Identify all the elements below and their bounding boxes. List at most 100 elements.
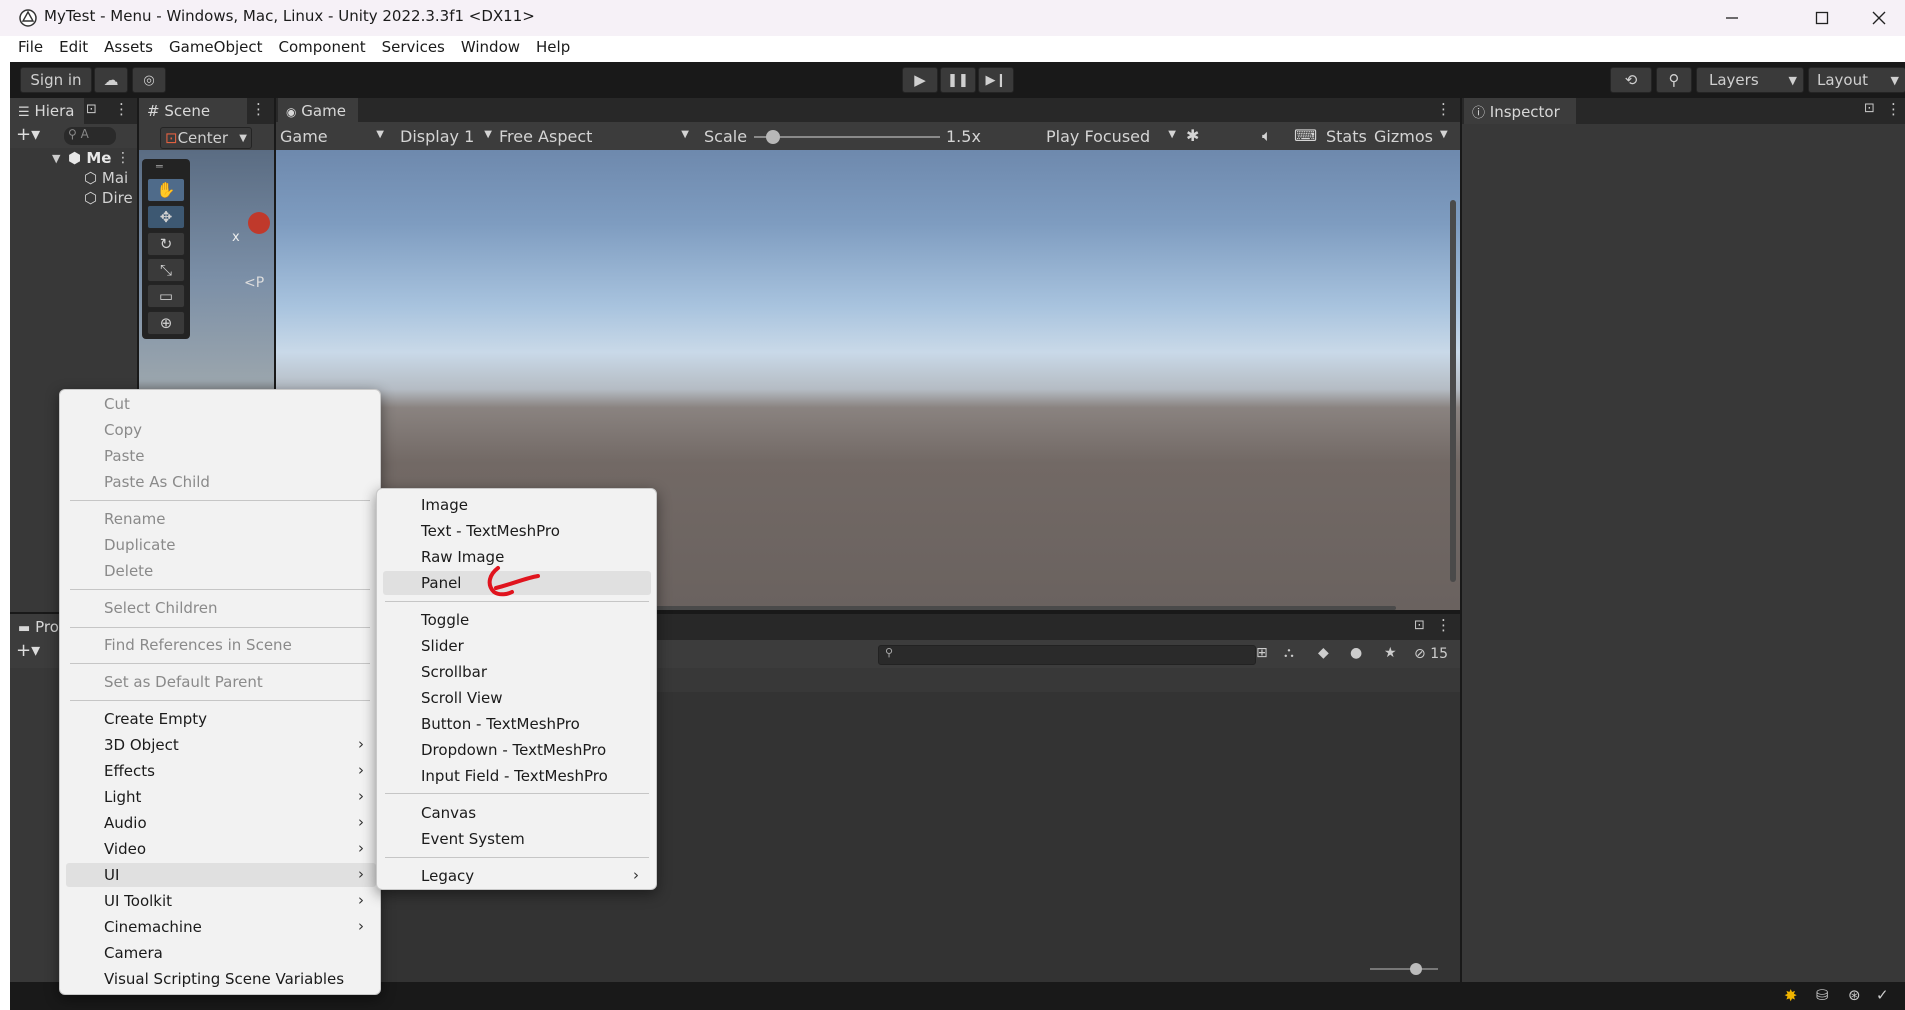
context-menu-item[interactable]: Paste: [66, 444, 376, 468]
ui-submenu-item[interactable]: Toggle: [383, 608, 651, 632]
context-menu-item[interactable]: Create Empty: [66, 707, 376, 731]
project-search-input[interactable]: ⚲: [878, 645, 1256, 665]
history-button[interactable]: ⟲: [1610, 67, 1652, 93]
kebab-menu-icon[interactable]: ⋮: [116, 150, 130, 166]
pause-button[interactable]: ❚❚: [940, 67, 976, 93]
hierarchy-item[interactable]: ⬡ Mai: [84, 169, 128, 187]
add-icon[interactable]: +▾: [16, 640, 40, 661]
context-menu-item[interactable]: Set as Default Parent: [66, 670, 376, 694]
lock-icon[interactable]: ⊡: [86, 102, 97, 117]
vertical-scrollbar[interactable]: [1450, 200, 1456, 582]
context-menu-item[interactable]: Paste As Child: [66, 470, 376, 494]
check-icon[interactable]: ✓: [1876, 986, 1889, 1004]
scale-slider[interactable]: [754, 130, 940, 144]
gizmos-button[interactable]: Gizmos: [1374, 122, 1433, 150]
rect-tool-button[interactable]: ▭: [147, 284, 185, 308]
kebab-menu-icon[interactable]: ⋮: [251, 100, 266, 118]
context-menu-item[interactable]: Select Children: [66, 596, 376, 620]
perspective-label[interactable]: <P: [244, 275, 264, 291]
maximize-icon[interactable]: [1793, 2, 1851, 34]
scene-root-item[interactable]: ⬢ Me: [68, 149, 111, 167]
label-icon[interactable]: ◆: [1318, 645, 1329, 661]
hierarchy-search-input[interactable]: ⚲ A: [64, 127, 116, 145]
menu-edit[interactable]: Edit: [51, 36, 96, 62]
network-icon[interactable]: ⊛: [1848, 986, 1861, 1004]
minimize-icon[interactable]: [1703, 2, 1761, 34]
aspect-dropdown[interactable]: Free Aspect ▼: [499, 122, 691, 150]
kebab-menu-icon[interactable]: ⋮: [1886, 100, 1901, 118]
context-menu-item[interactable]: Delete: [66, 559, 376, 583]
ui-submenu-item[interactable]: Legacy ›: [383, 864, 651, 888]
ui-submenu-item[interactable]: Image: [383, 493, 651, 517]
menu-gameobject[interactable]: GameObject: [161, 36, 271, 62]
ui-submenu-item[interactable]: Text - TextMeshPro: [383, 519, 651, 543]
search-by-type-icon[interactable]: ⊞: [1256, 645, 1268, 661]
step-button[interactable]: ▶❙: [978, 67, 1014, 93]
context-menu-item[interactable]: Light ›: [66, 785, 376, 809]
collab-button[interactable]: ◎: [132, 67, 166, 93]
context-menu-item[interactable]: Cinemachine ›: [66, 915, 376, 939]
add-icon[interactable]: +▾: [16, 124, 40, 145]
sign-in-button[interactable]: Sign in: [20, 67, 92, 93]
menu-assets[interactable]: Assets: [96, 36, 161, 62]
cache-icon[interactable]: ⛁: [1816, 986, 1829, 1004]
tab-inspector[interactable]: ⓘ Inspector: [1464, 98, 1576, 124]
kebab-menu-icon[interactable]: ⋮: [114, 100, 129, 118]
tab-scene[interactable]: # Scene: [139, 98, 247, 124]
context-menu-item[interactable]: Duplicate: [66, 533, 376, 557]
menu-component[interactable]: Component: [271, 36, 374, 62]
scale-tool-button[interactable]: ⤡: [147, 258, 185, 282]
context-menu-item[interactable]: Video ›: [66, 837, 376, 861]
search-button[interactable]: ⚲: [1656, 67, 1692, 93]
kebab-menu-icon[interactable]: ⋮: [1436, 100, 1451, 118]
warning-icon[interactable]: ●: [1350, 645, 1362, 661]
ui-submenu-item[interactable]: Scroll View: [383, 686, 651, 710]
ui-submenu-item[interactable]: Event System: [383, 827, 651, 851]
zoom-slider-thumb[interactable]: [1410, 963, 1422, 975]
menu-services[interactable]: Services: [374, 36, 453, 62]
lock-icon[interactable]: ⊡: [1864, 101, 1875, 116]
context-menu-item[interactable]: UI Toolkit ›: [66, 889, 376, 913]
lock-icon[interactable]: ⊡: [1414, 618, 1425, 633]
ui-submenu-item[interactable]: Slider: [383, 634, 651, 658]
hidden-count[interactable]: ⊘ 15: [1414, 646, 1448, 662]
ui-submenu-item[interactable]: Canvas: [383, 801, 651, 825]
filter-icon[interactable]: ⛬: [1284, 645, 1294, 661]
play-mode-dropdown[interactable]: Play Focused ▼: [1046, 122, 1176, 150]
scene-gizmo[interactable]: [248, 212, 270, 234]
chevron-down-icon[interactable]: ▼: [1440, 122, 1448, 150]
play-button[interactable]: ▶: [902, 67, 938, 93]
stats-button[interactable]: Stats: [1326, 122, 1367, 150]
zoom-slider[interactable]: [1370, 963, 1438, 975]
bug-icon[interactable]: ✱: [1186, 122, 1199, 150]
hierarchy-item[interactable]: ⬡ Dire: [84, 189, 133, 207]
transform-tool-button[interactable]: ⊕: [147, 311, 185, 335]
drag-handle-icon[interactable]: ═: [156, 160, 163, 173]
cloud-button[interactable]: ☁: [94, 67, 128, 93]
kebab-menu-icon[interactable]: ⋮: [1436, 616, 1451, 634]
tab-game[interactable]: ◉ Game: [278, 98, 358, 124]
menu-window[interactable]: Window: [453, 36, 528, 62]
pivot-dropdown[interactable]: ⊡ Center ▼: [160, 127, 252, 149]
move-tool-button[interactable]: ✥: [147, 205, 185, 229]
star-icon[interactable]: ★: [1384, 645, 1397, 661]
context-menu-item[interactable]: Find References in Scene: [66, 633, 376, 657]
display-dropdown[interactable]: Display 1 ▼: [400, 122, 492, 150]
context-menu-item[interactable]: Cut: [66, 392, 376, 416]
context-menu-item[interactable]: UI ›: [66, 863, 376, 887]
close-icon[interactable]: [1850, 2, 1905, 34]
ui-submenu-item[interactable]: Scrollbar: [383, 660, 651, 684]
hand-tool-button[interactable]: ✋: [147, 178, 185, 202]
context-menu-item[interactable]: 3D Object ›: [66, 733, 376, 757]
context-menu-item[interactable]: Audio ›: [66, 811, 376, 835]
context-menu-item[interactable]: Effects ›: [66, 759, 376, 783]
menu-help[interactable]: Help: [528, 36, 578, 62]
menu-file[interactable]: File: [10, 36, 51, 62]
layout-dropdown[interactable]: Layout ▼: [1808, 67, 1905, 93]
rotate-tool-button[interactable]: ↻: [147, 232, 185, 256]
ui-submenu-item[interactable]: Dropdown - TextMeshPro: [383, 738, 651, 762]
keyboard-icon[interactable]: ⌨: [1294, 122, 1317, 150]
context-menu-item[interactable]: Rename: [66, 507, 376, 531]
context-menu-item[interactable]: Visual Scripting Scene Variables: [66, 967, 376, 991]
tab-hierarchy[interactable]: ☰ Hiera: [10, 98, 84, 124]
